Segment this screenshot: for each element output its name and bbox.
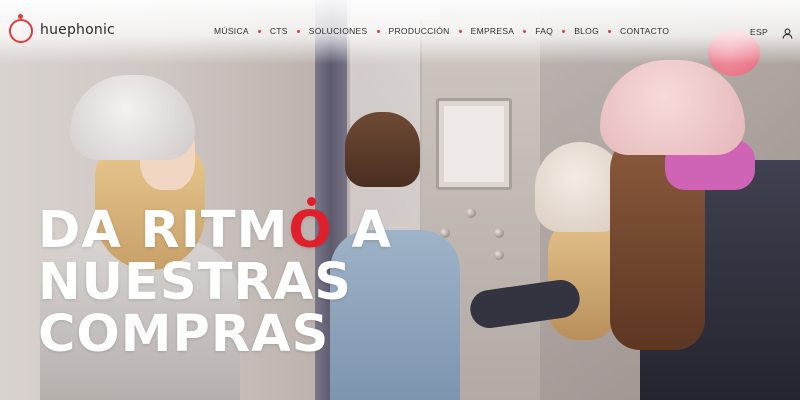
language-selector[interactable]: ESP	[750, 27, 768, 37]
headline-line-1-end: A	[332, 201, 392, 260]
nav-separator-dot	[523, 29, 527, 33]
nav-separator-dot	[376, 29, 380, 33]
nav-separator-dot	[296, 29, 300, 33]
nav-separator-dot	[257, 29, 261, 33]
headline-line-1-start: DA RITM	[38, 201, 289, 260]
nav-item-soluciones[interactable]: SOLUCIONES	[309, 26, 368, 36]
nav-separator-dot	[608, 29, 612, 33]
nav-item-blog[interactable]: BLOG	[574, 26, 599, 36]
nav-separator-dot	[458, 29, 462, 33]
main-nav: MÚSICA CTS SOLUCIONES PRODUCCIÓN EMPRESA…	[214, 26, 669, 36]
logo-link[interactable]: huephonic	[8, 14, 115, 43]
headline-line-2: NUESTRAS	[38, 253, 352, 312]
nav-item-empresa[interactable]: EMPRESA	[471, 26, 515, 36]
logo-mark-icon	[8, 14, 34, 43]
accent-dot	[306, 197, 316, 206]
elevator-button-icon	[494, 250, 504, 260]
headline-line-3: COMPRAS	[38, 305, 330, 364]
elevator-panel-screen	[444, 106, 504, 182]
elevator-button-icon	[466, 208, 476, 218]
logo-text: huephonic	[40, 22, 115, 38]
nav-item-musica[interactable]: MÚSICA	[214, 26, 249, 36]
nav-item-faq[interactable]: FAQ	[535, 26, 553, 36]
hero-headline: DA RITM O A NUESTRAS COMPRAS	[38, 197, 392, 364]
logo-ring	[9, 19, 33, 43]
person-hat	[70, 75, 195, 160]
headline-accent-letter: O	[288, 197, 332, 257]
nav-item-cts[interactable]: CTS	[270, 26, 288, 36]
hero-section: huephonic MÚSICA CTS SOLUCIONES PRODUCCI…	[0, 0, 800, 400]
nav-separator-dot	[562, 29, 566, 33]
site-header: huephonic MÚSICA CTS SOLUCIONES PRODUCCI…	[0, 0, 800, 64]
person-hair	[345, 112, 420, 187]
nav-item-produccion[interactable]: PRODUCCIÓN	[389, 26, 450, 36]
user-icon[interactable]	[782, 26, 793, 39]
nav-item-contacto[interactable]: CONTACTO	[620, 26, 669, 36]
elevator-button-icon	[494, 228, 504, 238]
headline-line-1: DA RITM O A	[38, 197, 392, 257]
headline-accent-text: O	[288, 201, 333, 260]
